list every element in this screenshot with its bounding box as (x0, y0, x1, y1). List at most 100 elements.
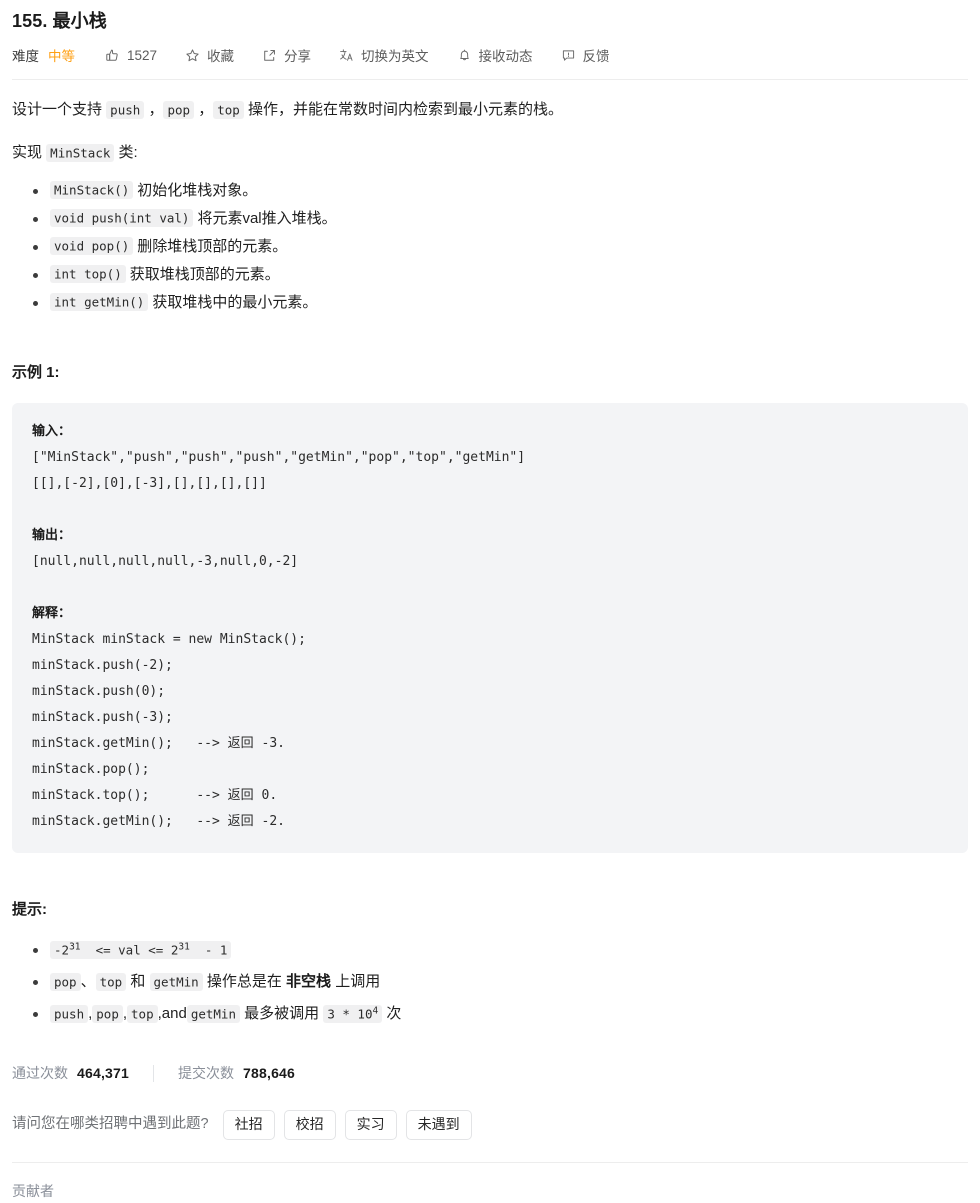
desc-text-3: ， (194, 101, 214, 118)
method-description: 删除堆栈顶部的元素。 (137, 237, 288, 255)
hint-sep: ,and (157, 1005, 187, 1023)
survey-option-shezhao[interactable]: 社招 (222, 1110, 275, 1141)
desc-text-1: 设计一个支持 (12, 101, 107, 118)
translate-label: 切换为英文 (361, 49, 429, 64)
explain-line-8: minStack.getMin(); --> 返回 -2. (32, 813, 285, 829)
hint-emphasis: 非空栈 (286, 973, 332, 991)
list-item: push, pop, top ,and getMin 最多被调用 3 * 104 次 (33, 1002, 968, 1026)
code-pop: pop (163, 100, 195, 119)
constraint-range: -231 <= val <= 231 - 1 (50, 940, 232, 959)
survey-question: 请问您在哪类招聘中遇到此题? (12, 1116, 209, 1133)
feedback-button[interactable]: 反馈 (561, 45, 610, 65)
list-item: int getMin() 获取堆栈中的最小元素。 (33, 291, 968, 314)
description-paragraph-1: 设计一个支持 push ， pop ， top 操作，并能在常数时间内检索到最小元素… (12, 98, 968, 122)
page-title: 155. 最小栈 (12, 11, 107, 31)
survey-row: 请问您在哪类招聘中遇到此题? 社招 校招 实习 未遇到 (12, 1110, 968, 1141)
subscribe-label: 接收动态 (478, 49, 533, 64)
like-button[interactable]: 1527 (105, 48, 157, 63)
accepted-value: 464,371 (77, 1064, 130, 1081)
code-getmin: getMin (149, 972, 203, 991)
explain-line-5: minStack.getMin(); --> 返回 -3. (32, 735, 285, 751)
hint-text: 最多被调用 (239, 1005, 324, 1023)
code-pop: pop (50, 972, 81, 991)
hint-text: 上调用 (331, 973, 381, 991)
code-push: push (50, 1004, 89, 1023)
favorite-button[interactable]: 收藏 (185, 45, 234, 65)
explain-line-2: minStack.push(-2); (32, 657, 173, 673)
contributor-label: 贡献者 (12, 1183, 54, 1200)
favorite-label: 收藏 (207, 49, 235, 64)
desc-text-4: 操作，并能在常数时间内检索到最小元素的栈。 (243, 101, 563, 118)
code-top: top (95, 972, 127, 991)
share-label: 分享 (284, 49, 312, 64)
input-line-1: ["MinStack","push","push","push","getMin… (32, 449, 526, 465)
survey-option-shixi[interactable]: 实习 (344, 1110, 397, 1141)
code-pop: pop (92, 1004, 123, 1023)
input-line-2: [[],[-2],[0],[-3],[],[],[],[]] (32, 475, 267, 491)
hint-text: 次 (382, 1005, 402, 1023)
code-top: top (213, 100, 244, 119)
footer-divider (12, 1162, 968, 1164)
list-item: -231 <= val <= 231 - 1 (33, 938, 968, 962)
list-item: pop、 top 和 getMin 操作总是在 非空栈 上调用 (33, 970, 968, 994)
method-signature: int getMin() (50, 293, 149, 312)
method-description: 获取堆栈中的最小元素。 (152, 293, 318, 311)
hint-sep: 和 (126, 973, 150, 991)
code-getmin: getMin (186, 1004, 240, 1023)
problem-content: 设计一个支持 push ， pop ， top 操作，并能在常数时间内检索到最小元素… (0, 98, 980, 1203)
translate-icon (339, 48, 354, 63)
translate-button[interactable]: 切换为英文 (339, 45, 429, 65)
method-signature: MinStack() (50, 181, 134, 200)
feedback-icon (561, 48, 576, 63)
method-signature: int top() (50, 265, 126, 284)
method-description: 获取堆栈顶部的元素。 (129, 265, 280, 283)
example-code-block: 输入： ["MinStack","push","push","push","ge… (12, 402, 968, 853)
submissions-value: 788,646 (243, 1064, 296, 1081)
bell-icon (457, 48, 472, 63)
impl-text-2: 类: (114, 144, 138, 162)
feedback-label: 反馈 (582, 49, 610, 64)
code-minstack-class: MinStack (46, 143, 115, 162)
explain-line-6: minStack.pop(); (32, 761, 150, 777)
stats-row: 通过次数 464,371 提交次数 788,646 (12, 1062, 968, 1084)
header-divider (12, 79, 968, 80)
limit-sup: 4 (372, 1005, 379, 1017)
difficulty-label: 难度 (12, 49, 39, 64)
range-sup-2: 31 (178, 941, 190, 953)
hint-sep: 、 (80, 973, 96, 991)
share-button[interactable]: 分享 (262, 45, 311, 65)
survey-option-xiaozhao[interactable]: 校招 (283, 1110, 336, 1141)
submissions-label: 提交次数 (178, 1064, 235, 1081)
method-signature: void pop() (50, 237, 134, 256)
difficulty-value[interactable]: 中等 (48, 45, 75, 65)
list-item: void pop() 删除堆栈顶部的元素。 (33, 235, 968, 258)
example-heading: 示例 1: (12, 363, 60, 381)
limit-pre: 3 * 10 (327, 1006, 373, 1022)
explain-line-3: minStack.push(0); (32, 683, 166, 699)
code-top: top (127, 1004, 158, 1023)
description-paragraph-2: 实现 MinStack 类: (12, 141, 968, 165)
range-mid: <= val <= 2 (80, 942, 179, 958)
code-push: push (106, 100, 145, 119)
problem-toolbar: 难度 中等 1527 收藏 分享 切换为英文 接收动态 反馈 (0, 34, 980, 68)
desc-text-2: ， (144, 101, 164, 118)
subscribe-button[interactable]: 接收动态 (457, 45, 533, 65)
survey-options: 社招 校招 实习 未遇到 (222, 1110, 481, 1141)
share-icon (262, 48, 277, 63)
range-pre: -2 (54, 942, 70, 958)
hints-list: -231 <= val <= 231 - 1 pop、 top 和 getMin … (12, 938, 968, 1026)
method-list: MinStack() 初始化堆栈对象。 void push(int val) 将元素… (12, 179, 968, 314)
method-description: 将元素val推入堆栈。 (197, 209, 337, 227)
method-description: 初始化堆栈对象。 (137, 181, 258, 199)
range-sup-1: 31 (69, 941, 81, 953)
like-count: 1527 (127, 47, 158, 63)
accepted-label: 通过次数 (12, 1064, 68, 1081)
stats-separator (153, 1064, 155, 1082)
input-label: 输入： (32, 423, 72, 439)
list-item: void push(int val) 将元素val推入堆栈。 (33, 207, 968, 230)
problem-description-panel: 155. 最小栈 难度 中等 1527 收藏 分享 切换为英文 接收动态 反馈 … (0, 0, 980, 1199)
survey-option-weiyudao[interactable]: 未遇到 (405, 1110, 472, 1141)
star-icon (185, 48, 200, 63)
list-item: int top() 获取堆栈顶部的元素。 (33, 263, 968, 286)
